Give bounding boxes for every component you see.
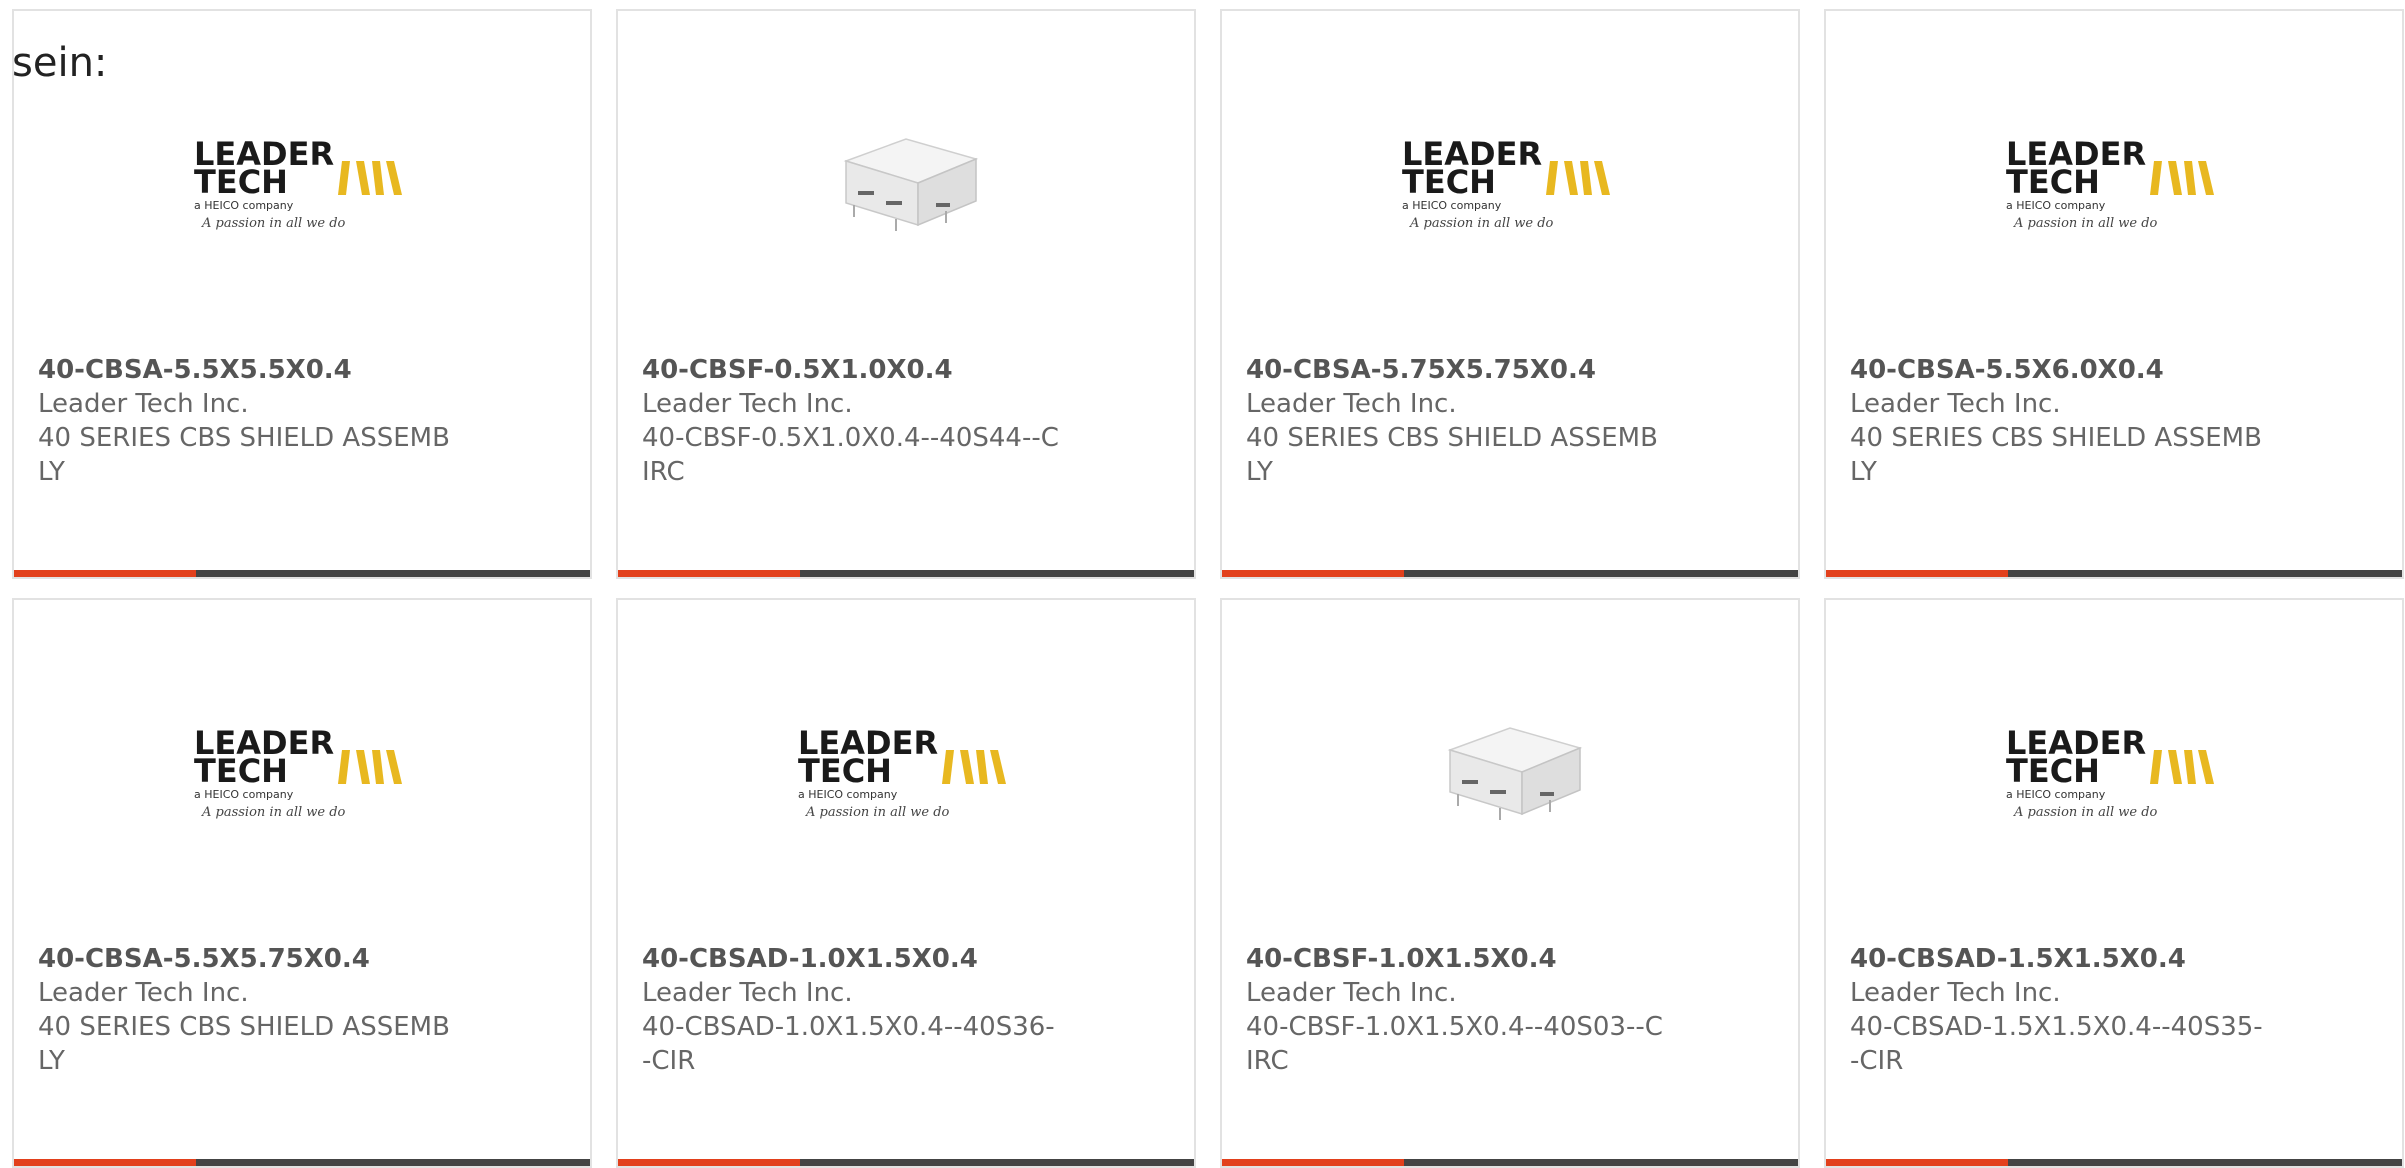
logo-tagline: A passion in all we do (1409, 216, 1554, 231)
product-info: 40-CBSAD-1.5X1.5X0.4 Leader Tech Inc. 40… (1850, 942, 2378, 1078)
bar-dark-segment (2008, 570, 2402, 577)
shield-component-photo (1447, 727, 1583, 820)
product-image[interactable] (1222, 700, 1798, 850)
product-image[interactable]: LEADER TECH a HEICO company A passion in… (14, 111, 590, 261)
manufacturer: Leader Tech Inc. (642, 978, 853, 1008)
product-info: 40-CBSA-5.5X6.0X0.4 Leader Tech Inc. 40 … (1850, 353, 2378, 489)
manufacturer: Leader Tech Inc. (38, 978, 249, 1008)
manufacturer: Leader Tech Inc. (1850, 978, 2061, 1008)
product-info: 40-CBSAD-1.0X1.5X0.4 Leader Tech Inc. 40… (642, 942, 1170, 1078)
card-bottom-bar (1222, 570, 1798, 577)
card-bottom-bar (14, 570, 590, 577)
logo-stripes (2150, 161, 2214, 195)
logo-stripes (1546, 161, 1610, 195)
logo-line2: TECH (2006, 752, 2100, 790)
leader-tech-logo: LEADER TECH a HEICO company A passion in… (1402, 135, 1610, 231)
logo-line3: a HEICO company (2006, 788, 2106, 801)
product-image[interactable]: LEADER TECH a HEICO company A passion in… (1826, 111, 2402, 261)
product-image[interactable]: LEADER TECH a HEICO company A passion in… (14, 700, 590, 850)
product-grid: LEADER TECH a HEICO company A passion in… (12, 9, 2404, 1168)
logo-line2: TECH (1402, 163, 1496, 201)
logo-stripes (338, 161, 402, 195)
logo-tagline: A passion in all we do (2013, 805, 2158, 820)
logo-tagline: A passion in all we do (201, 805, 346, 820)
description: 40 SERIES CBS SHIELD ASSEMBLY (38, 423, 450, 487)
part-number[interactable]: 40-CBSAD-1.0X1.5X0.4 (642, 942, 1170, 976)
logo-line3: a HEICO company (194, 788, 294, 801)
logo-tagline: A passion in all we do (201, 216, 346, 231)
product-card[interactable]: LEADER TECH a HEICO company A passion in… (1824, 598, 2404, 1168)
part-number[interactable]: 40-CBSF-1.0X1.5X0.4 (1246, 942, 1774, 976)
product-info: 40-CBSA-5.5X5.75X0.4 Leader Tech Inc. 40… (38, 942, 566, 1078)
product-card[interactable]: LEADER TECH a HEICO company A passion in… (616, 598, 1196, 1168)
leader-tech-logo: LEADER TECH a HEICO company A passion in… (2006, 135, 2214, 231)
logo-line3: a HEICO company (1402, 199, 1502, 212)
product-card[interactable]: LEADER TECH a HEICO company A passion in… (12, 598, 592, 1168)
part-number[interactable]: 40-CBSA-5.5X5.5X0.4 (38, 353, 566, 387)
part-number[interactable]: 40-CBSA-5.5X5.75X0.4 (38, 942, 566, 976)
bar-dark-segment (800, 570, 1194, 577)
product-image[interactable] (618, 111, 1194, 261)
manufacturer: Leader Tech Inc. (1246, 389, 1457, 419)
product-card[interactable]: LEADER TECH a HEICO company A passion in… (1220, 9, 1800, 579)
manufacturer: Leader Tech Inc. (38, 389, 249, 419)
part-number[interactable]: 40-CBSA-5.75X5.75X0.4 (1246, 353, 1774, 387)
product-card[interactable]: 40-CBSF-1.0X1.5X0.4 Leader Tech Inc. 40-… (1220, 598, 1800, 1168)
product-card[interactable]: LEADER TECH a HEICO company A passion in… (12, 9, 592, 579)
description: 40-CBSF-0.5X1.0X0.4--40S44--CIRC (642, 423, 1059, 487)
description: 40-CBSAD-1.0X1.5X0.4--40S36--CIR (642, 1012, 1055, 1076)
product-card[interactable]: 40-CBSF-0.5X1.0X0.4 Leader Tech Inc. 40-… (616, 9, 1196, 579)
manufacturer: Leader Tech Inc. (1850, 389, 2061, 419)
card-bottom-bar (618, 570, 1194, 577)
description: 40-CBSF-1.0X1.5X0.4--40S03--CIRC (1246, 1012, 1663, 1076)
description: 40 SERIES CBS SHIELD ASSEMBLY (1246, 423, 1658, 487)
logo-stripes (338, 750, 402, 784)
bar-accent-segment (1222, 570, 1404, 577)
logo-line2: TECH (798, 752, 892, 790)
bar-accent-segment (618, 570, 800, 577)
product-info: 40-CBSA-5.75X5.75X0.4 Leader Tech Inc. 4… (1246, 353, 1774, 489)
intro-text: sein: (12, 40, 108, 86)
manufacturer: Leader Tech Inc. (642, 389, 853, 419)
part-number[interactable]: 40-CBSAD-1.5X1.5X0.4 (1850, 942, 2378, 976)
product-info: 40-CBSF-1.0X1.5X0.4 Leader Tech Inc. 40-… (1246, 942, 1774, 1078)
leader-tech-logo: LEADER TECH a HEICO company A passion in… (2006, 724, 2214, 820)
product-card[interactable]: LEADER TECH a HEICO company A passion in… (1824, 9, 2404, 579)
product-image[interactable]: LEADER TECH a HEICO company A passion in… (1826, 700, 2402, 850)
logo-tagline: A passion in all we do (2013, 216, 2158, 231)
logo-tagline: A passion in all we do (805, 805, 950, 820)
logo-line2: TECH (194, 752, 288, 790)
card-bottom-bar (1826, 570, 2402, 577)
shield-component-photo (843, 138, 979, 231)
bar-accent-segment (14, 570, 196, 577)
product-image[interactable]: LEADER TECH a HEICO company A passion in… (618, 700, 1194, 850)
logo-stripes (942, 750, 1006, 784)
part-number[interactable]: 40-CBSF-0.5X1.0X0.4 (642, 353, 1170, 387)
logo-line2: TECH (2006, 163, 2100, 201)
description: 40 SERIES CBS SHIELD ASSEMBLY (38, 1012, 450, 1076)
bar-accent-segment (1826, 570, 2008, 577)
leader-tech-logo: LEADER TECH a HEICO company A passion in… (194, 135, 402, 231)
part-number[interactable]: 40-CBSA-5.5X6.0X0.4 (1850, 353, 2378, 387)
logo-line3: a HEICO company (798, 788, 898, 801)
logo-line3: a HEICO company (194, 199, 294, 212)
logo-line2: TECH (194, 163, 288, 201)
description: 40-CBSAD-1.5X1.5X0.4--40S35--CIR (1850, 1012, 2263, 1076)
leader-tech-logo: LEADER TECH a HEICO company A passion in… (798, 724, 1006, 820)
bar-dark-segment (196, 570, 590, 577)
product-info: 40-CBSA-5.5X5.5X0.4 Leader Tech Inc. 40 … (38, 353, 566, 489)
product-info: 40-CBSF-0.5X1.0X0.4 Leader Tech Inc. 40-… (642, 353, 1170, 489)
description: 40 SERIES CBS SHIELD ASSEMBLY (1850, 423, 2262, 487)
logo-stripes (2150, 750, 2214, 784)
logo-line3: a HEICO company (2006, 199, 2106, 212)
leader-tech-logo: LEADER TECH a HEICO company A passion in… (194, 724, 402, 820)
product-image[interactable]: LEADER TECH a HEICO company A passion in… (1222, 111, 1798, 261)
bar-dark-segment (1404, 570, 1798, 577)
manufacturer: Leader Tech Inc. (1246, 978, 1457, 1008)
